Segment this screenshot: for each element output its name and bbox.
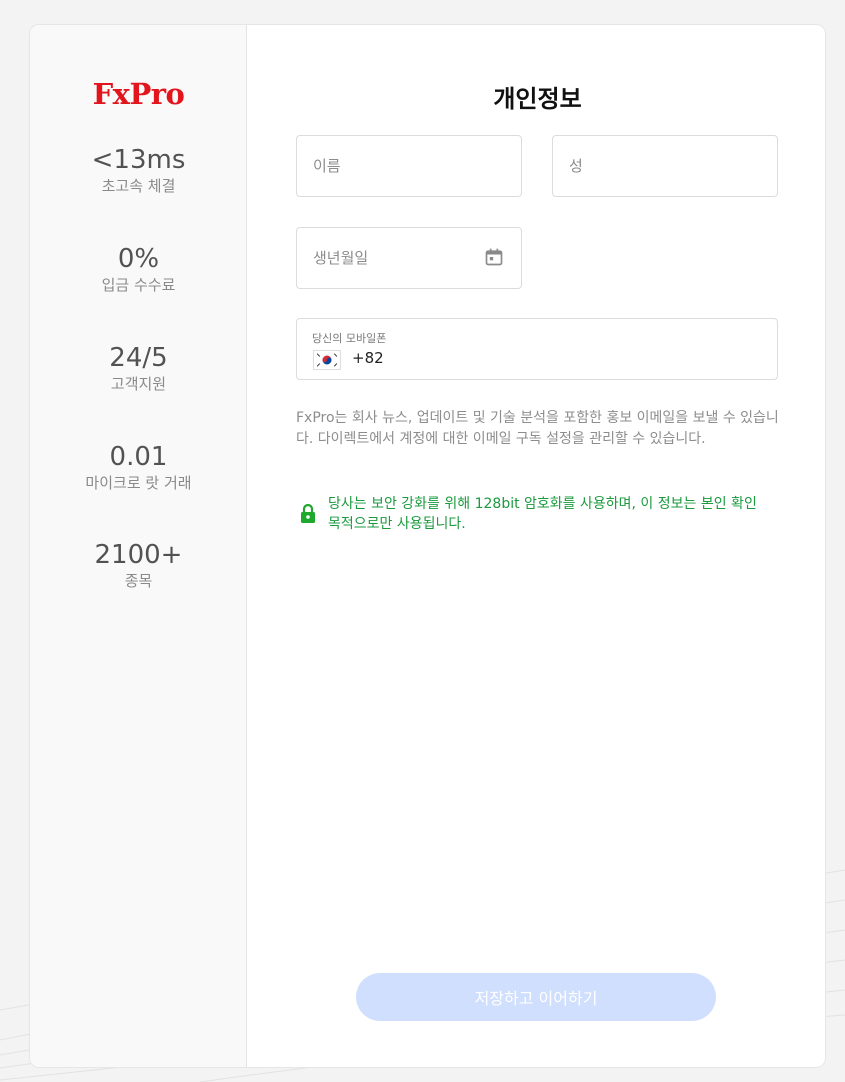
stat-label: 입금 수수료 xyxy=(101,276,176,294)
last-name-field[interactable]: 성 xyxy=(552,135,778,197)
form-panel: 개인정보 이름 성 생년월일 당신의 모바일폰 +82 FxPro는 회사 뉴스… xyxy=(248,25,825,1067)
stat-label: 마이크로 랏 거래 xyxy=(85,474,192,492)
marketing-notice: FxPro는 회사 뉴스, 업데이트 및 기술 분석을 포함한 홍보 이메일을 … xyxy=(296,410,779,447)
stat-value: <13ms xyxy=(91,145,186,175)
lock-icon xyxy=(301,503,315,523)
stat-label: 초고속 체결 xyxy=(101,177,176,195)
stat-execution: <13ms 초고속 체결 xyxy=(30,145,247,196)
stat-support: 24/5 고객지원 xyxy=(30,343,247,394)
stat-deposit-fee: 0% 입금 수수료 xyxy=(30,244,247,295)
stat-micro-lot: 0.01 마이크로 랏 거래 xyxy=(30,442,247,493)
last-name-placeholder: 성 xyxy=(569,157,583,175)
calendar-icon[interactable] xyxy=(484,247,504,267)
birthdate-field[interactable]: 생년월일 xyxy=(296,227,522,289)
birthdate-placeholder: 생년월일 xyxy=(313,249,369,267)
south-korea-flag-icon[interactable] xyxy=(313,350,341,370)
stat-label: 종목 xyxy=(124,572,153,590)
stat-value: 0.01 xyxy=(109,442,168,472)
fxpro-logo: FxPro xyxy=(92,77,185,111)
stat-value: 24/5 xyxy=(109,343,168,373)
page-title: 개인정보 xyxy=(493,85,582,113)
dial-code: +82 xyxy=(352,349,384,367)
mobile-phone-field[interactable]: 당신의 모바일폰 +82 xyxy=(296,318,778,380)
stat-label: 고객지원 xyxy=(110,375,167,393)
security-notice-text: 당사는 보안 강화를 위해 128bit 암호화를 사용하며, 이 정보는 본인… xyxy=(328,496,757,532)
sidebar: FxPro <13ms 초고속 체결 0% 입금 수수료 24/5 고객지원 0… xyxy=(30,25,247,1067)
phone-label: 당신의 모바일폰 xyxy=(312,332,387,345)
stat-value: 0% xyxy=(117,244,160,274)
signup-card: FxPro <13ms 초고속 체결 0% 입금 수수료 24/5 고객지원 0… xyxy=(29,24,826,1068)
first-name-field[interactable]: 이름 xyxy=(296,135,522,197)
first-name-placeholder: 이름 xyxy=(313,157,341,175)
stat-instruments: 2100+ 종목 xyxy=(30,540,247,591)
save-and-continue-button[interactable]: 저장하고 이어하기 xyxy=(356,973,716,1021)
stat-value: 2100+ xyxy=(94,540,183,570)
